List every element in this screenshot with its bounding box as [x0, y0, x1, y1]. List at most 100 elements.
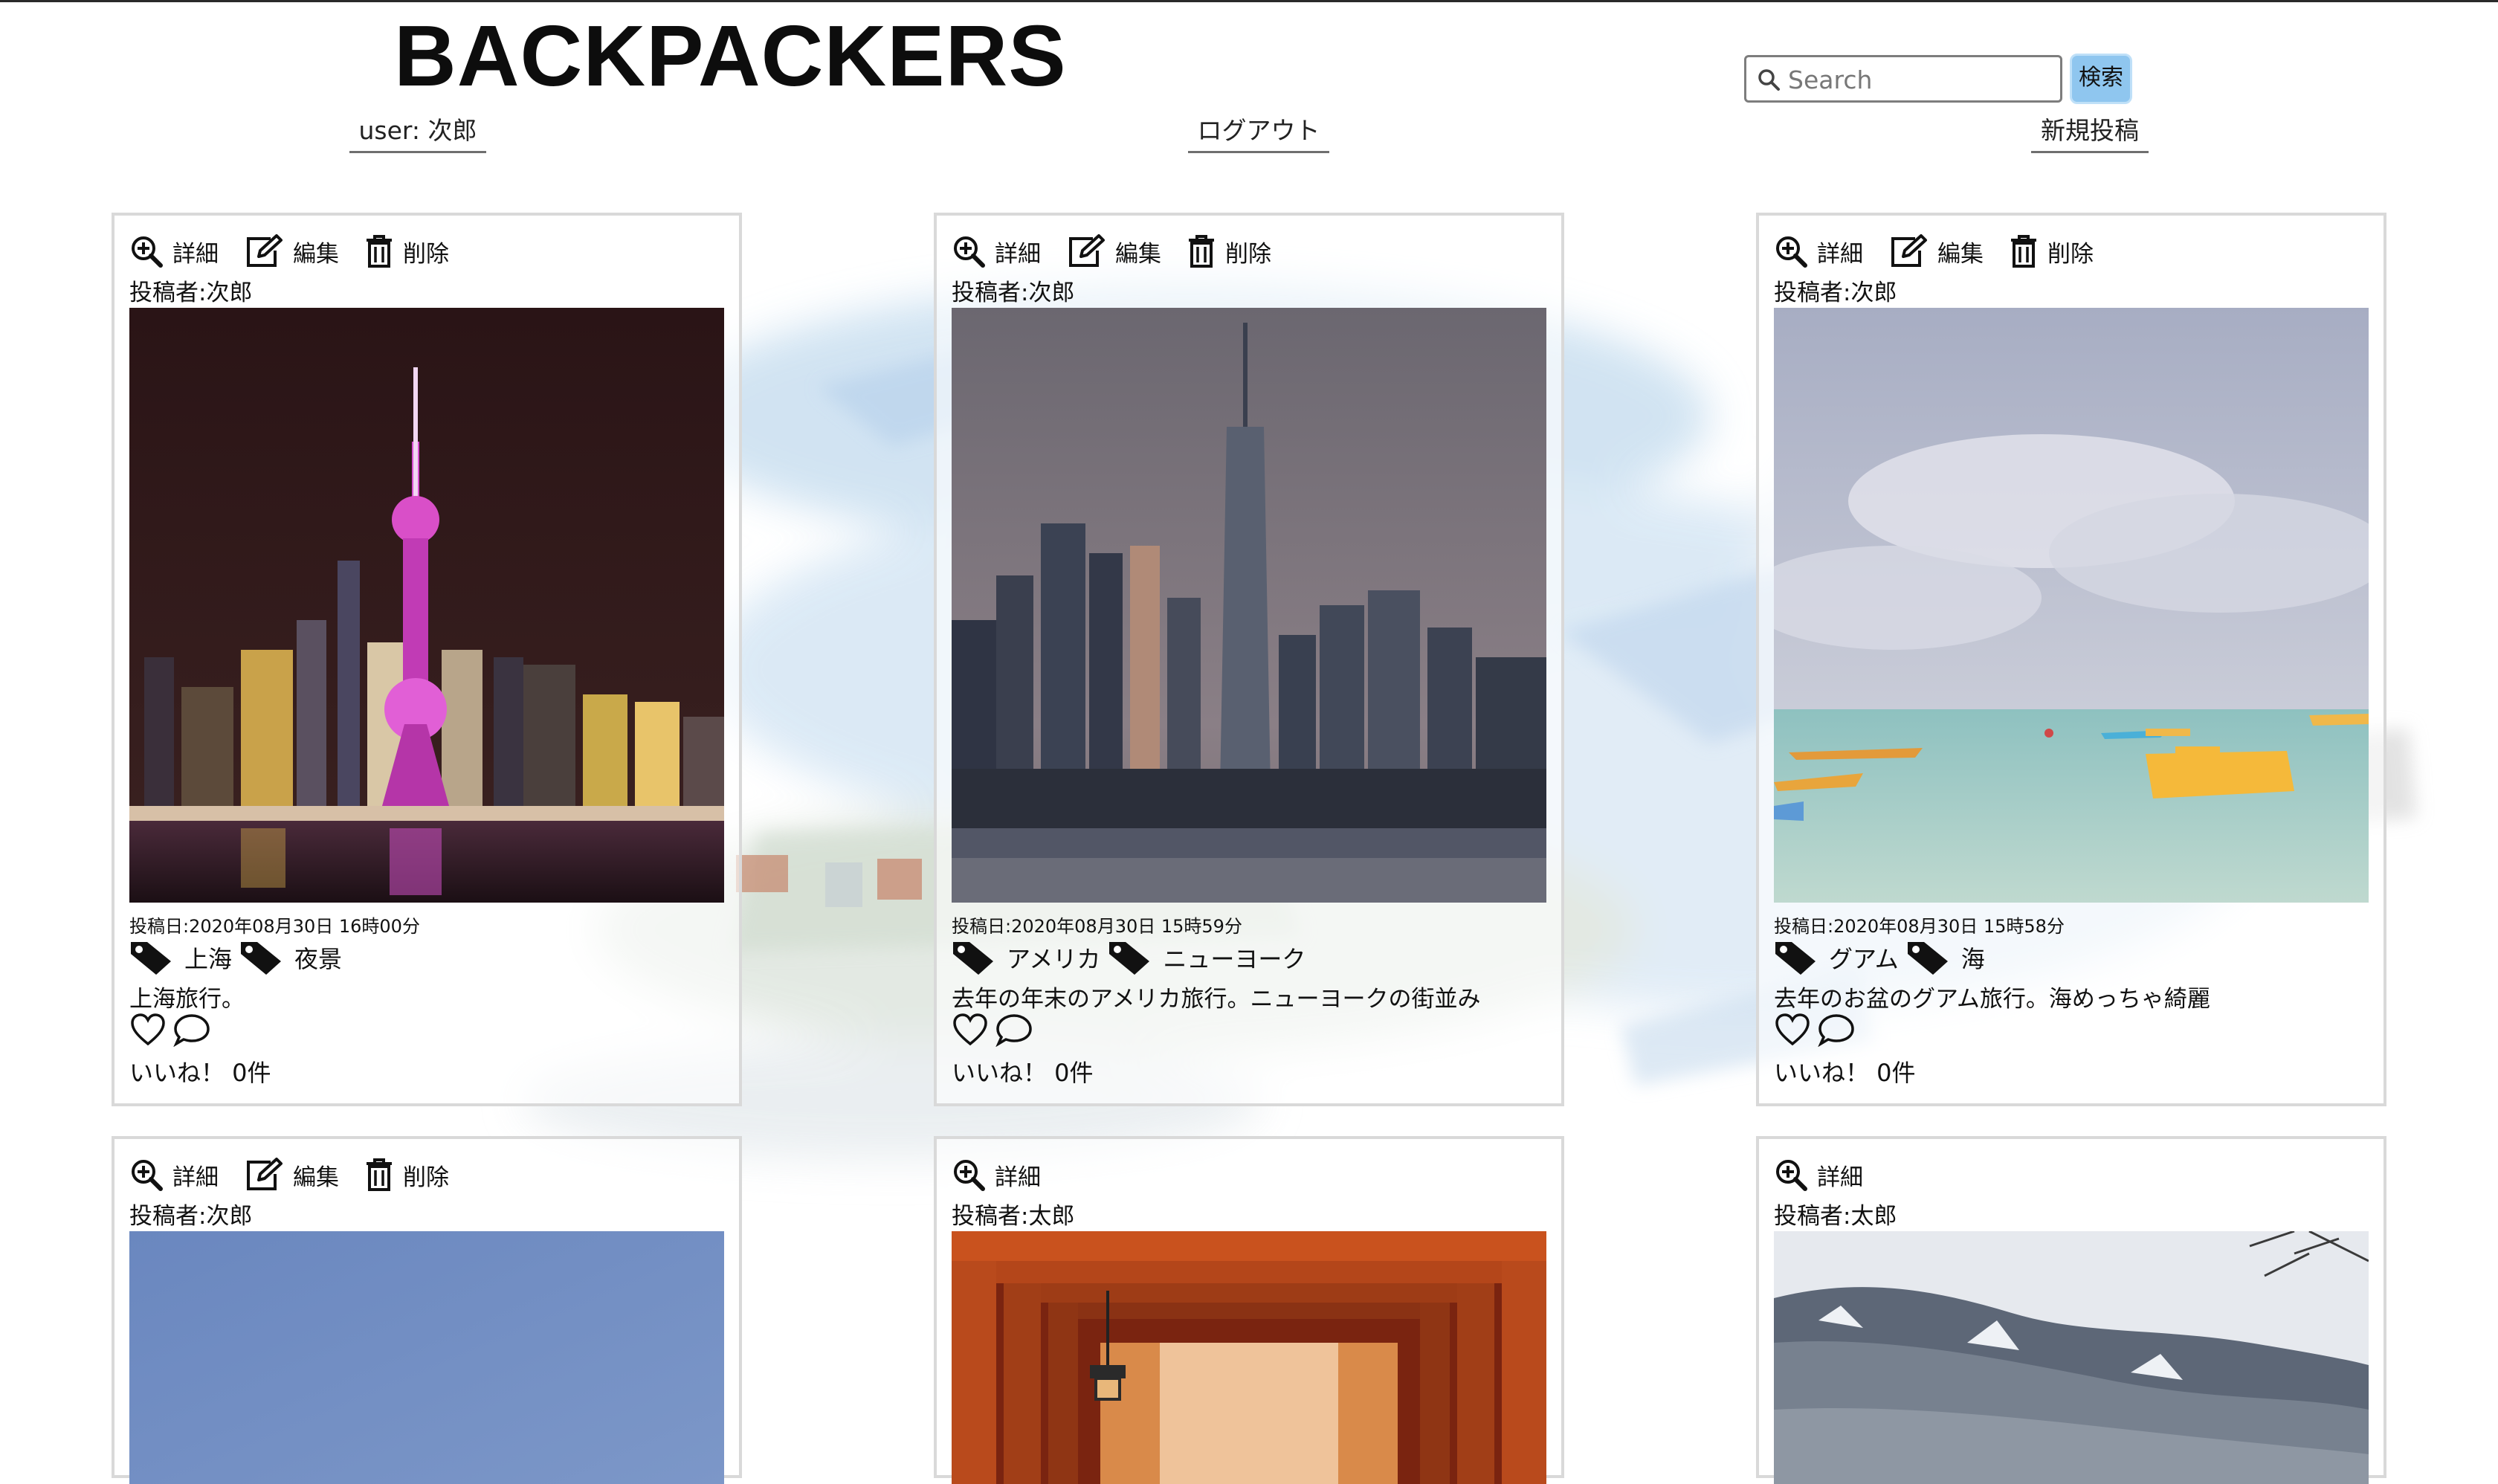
site-logo[interactable]: BACKPACKERS: [394, 7, 1067, 104]
comment-icon[interactable]: [995, 1013, 1033, 1047]
post-photo[interactable]: [1774, 1231, 2369, 1484]
post-actions: 詳細: [952, 1155, 1066, 1194]
detail-label: 詳細: [172, 1164, 219, 1191]
tag-item[interactable]: 上海: [129, 939, 232, 976]
post-card: 詳細 投稿者:太郎: [934, 1136, 1564, 1484]
post-author: 投稿者:次郎: [952, 280, 1075, 306]
post-photo[interactable]: [129, 1231, 724, 1484]
post-card: 詳細 編集 削除 投稿者:次郎: [112, 1136, 742, 1484]
zoom-in-icon: [132, 236, 163, 268]
tag-label: グアム: [1829, 945, 1899, 973]
tag-icon: [953, 942, 993, 975]
search-field[interactable]: [1744, 55, 2062, 103]
comment-icon[interactable]: [172, 1013, 211, 1047]
post-reactions: [952, 1013, 1039, 1047]
detail-button[interactable]: 詳細: [129, 234, 219, 268]
detail-button[interactable]: 詳細: [952, 1158, 1041, 1192]
trash-icon: [2011, 235, 2036, 268]
new-post-link[interactable]: 新規投稿: [2031, 112, 2149, 153]
detail-button[interactable]: 詳細: [1774, 1158, 1863, 1192]
tag-label: 夜景: [294, 945, 343, 973]
edit-label: 編集: [1937, 240, 1984, 268]
delete-label: 削除: [2047, 240, 2094, 268]
heart-icon[interactable]: [129, 1013, 167, 1047]
delete-button[interactable]: 削除: [2009, 234, 2094, 268]
delete-label: 削除: [403, 240, 449, 268]
tag-label: 海: [1960, 945, 1985, 973]
delete-label: 削除: [403, 1164, 449, 1191]
tag-icon: [1775, 942, 1816, 975]
trash-icon: [367, 1158, 392, 1191]
edit-label: 編集: [293, 1164, 339, 1191]
blue-sky-image: [129, 1231, 724, 1484]
detail-button[interactable]: 詳細: [1774, 234, 1863, 268]
tag-item[interactable]: 海: [1906, 939, 1985, 976]
torii-gates-image: [952, 1231, 1546, 1484]
post-caption: 去年のお盆のグアム旅行。海めっちゃ綺麗: [1774, 986, 2210, 1013]
post-actions: 詳細 編集 削除: [952, 232, 1297, 271]
trash-icon: [1189, 235, 1214, 268]
tag-icon: [241, 942, 282, 975]
dusk-city-skyline-image: [952, 308, 1546, 903]
tag-item[interactable]: アメリカ: [952, 939, 1100, 976]
like-count: いいね！ 0件: [952, 1059, 1094, 1087]
post-photo[interactable]: [952, 308, 1546, 903]
post-actions: 詳細: [1774, 1155, 1888, 1194]
tag-label: ニューヨーク: [1163, 945, 1306, 973]
heart-icon[interactable]: [1774, 1013, 1811, 1047]
post-photo[interactable]: [952, 1231, 1546, 1484]
post-author: 投稿者:次郎: [129, 280, 253, 306]
detail-label: 詳細: [1817, 1164, 1863, 1191]
snowy-mountains-image: [1774, 1231, 2369, 1484]
post-date: 投稿日:2020年08月30日 16時00分: [129, 916, 420, 937]
post-card: 詳細 編集 削除 投稿者:次郎: [1756, 213, 2386, 1106]
post-author: 投稿者:次郎: [1774, 280, 1897, 306]
post-date: 投稿日:2020年08月30日 15時58分: [1774, 916, 2065, 937]
detail-button[interactable]: 詳細: [129, 1158, 219, 1192]
detail-label: 詳細: [1817, 240, 1863, 268]
post-actions: 詳細 編集 削除: [129, 232, 474, 271]
tag-icon: [131, 942, 171, 975]
post-card: 詳細 編集 削除 投稿者:次郎: [112, 213, 742, 1106]
delete-button[interactable]: 削除: [364, 1158, 449, 1192]
tag-icon: [1109, 942, 1150, 975]
post-tags: 上海 夜景: [129, 937, 349, 978]
edit-icon: [247, 1158, 283, 1190]
zoom-in-icon: [954, 1160, 985, 1191]
heart-icon[interactable]: [952, 1013, 989, 1047]
tag-item[interactable]: 夜景: [239, 939, 342, 976]
post-card: 詳細 投稿者:太郎: [1756, 1136, 2386, 1484]
user-link[interactable]: user: 次郎: [349, 112, 486, 153]
edit-button[interactable]: 編集: [244, 1158, 339, 1192]
post-card: 詳細 編集 削除 投稿者:次郎: [934, 213, 1564, 1106]
post-photo[interactable]: [1774, 308, 2369, 903]
edit-button[interactable]: 編集: [1066, 234, 1161, 268]
detail-button[interactable]: 詳細: [952, 234, 1041, 268]
edit-button[interactable]: 編集: [1888, 234, 1984, 268]
search-button[interactable]: 検索: [2070, 54, 2132, 104]
edit-icon: [1069, 234, 1105, 267]
edit-button[interactable]: 編集: [244, 234, 339, 268]
delete-label: 削除: [1225, 240, 1271, 268]
post-tags: グアム 海: [1774, 937, 1992, 978]
search-input[interactable]: [1787, 62, 2057, 97]
post-actions: 詳細 編集 削除: [1774, 232, 2119, 271]
night-skyline-tower-image: [129, 308, 724, 903]
tag-item[interactable]: グアム: [1774, 939, 1899, 976]
like-count: いいね！ 0件: [1774, 1059, 1916, 1087]
tag-item[interactable]: ニューヨーク: [1108, 939, 1306, 976]
delete-button[interactable]: 削除: [1187, 234, 1271, 268]
delete-button[interactable]: 削除: [364, 234, 449, 268]
logout-link[interactable]: ログアウト: [1188, 112, 1329, 153]
post-reactions: [1774, 1013, 1862, 1047]
comment-icon[interactable]: [1817, 1013, 1856, 1047]
post-photo[interactable]: [129, 308, 724, 903]
tag-label: 上海: [184, 945, 233, 973]
post-author: 投稿者:太郎: [1774, 1203, 1897, 1230]
search-icon: [1758, 69, 1780, 91]
beach-pedal-boats-image: [1774, 308, 2369, 903]
zoom-in-icon: [1776, 1160, 1807, 1191]
edit-icon: [1891, 234, 1927, 267]
like-count: いいね！ 0件: [129, 1059, 271, 1087]
edit-icon: [247, 234, 283, 267]
